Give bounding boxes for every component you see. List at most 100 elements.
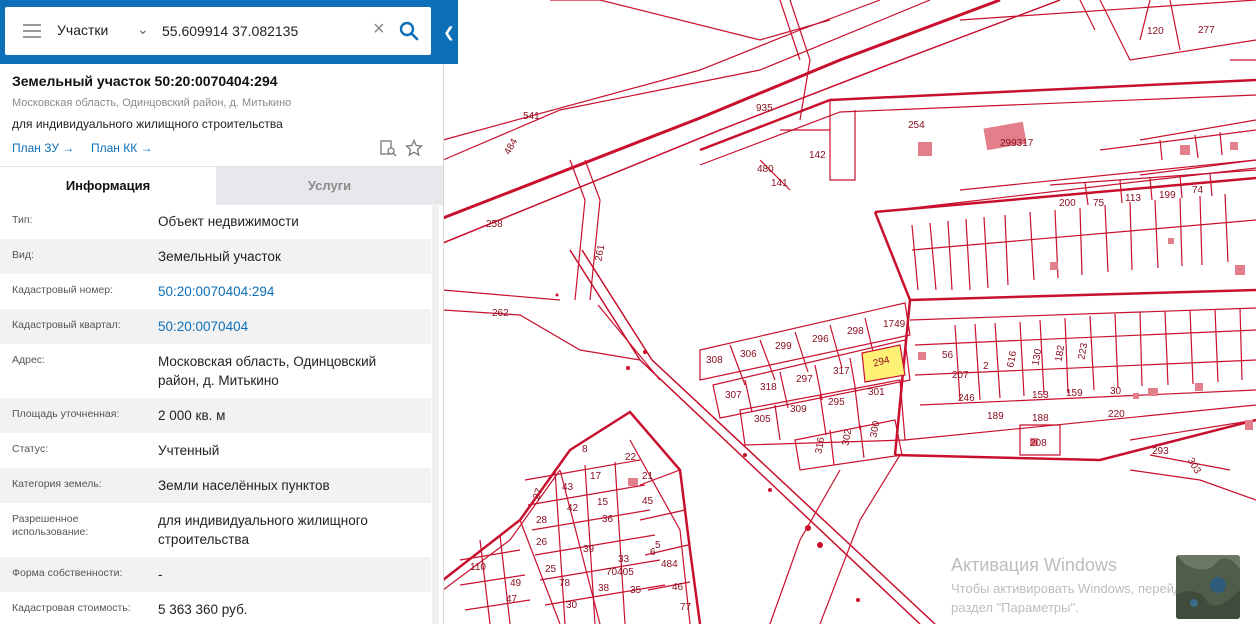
menu-icon[interactable] — [23, 24, 41, 38]
info-row-cadastral-quarter: Кадастровый квартал: 50:20:0070404 — [0, 309, 431, 344]
map-label: 75 — [1093, 198, 1105, 209]
map-label: 484 — [661, 559, 678, 570]
map-label: 30 — [1110, 386, 1122, 397]
info-row-status: Статус: Учтенный — [0, 433, 431, 468]
map-label: 188 — [1032, 413, 1049, 424]
map-label: 120 — [1147, 26, 1164, 37]
map-label: 262 — [492, 308, 509, 319]
row-value: для индивидуального жилищного строительс… — [158, 513, 368, 547]
document-search-icon[interactable] — [379, 139, 397, 157]
map-label: 246 — [958, 393, 975, 404]
cadastral-number-link[interactable]: 50:20:0070404:294 — [158, 282, 418, 301]
map-label: 110 — [470, 562, 486, 573]
map-label: 142 — [809, 150, 826, 161]
chevron-down-icon[interactable]: ⌄ — [137, 21, 149, 38]
info-panel: Земельный участок 50:20:0070404:294 Моск… — [0, 0, 444, 624]
parcel-title: Земельный участок 50:20:0070404:294 — [12, 73, 278, 89]
row-key: Тип: — [12, 214, 33, 226]
info-row-cadastral-number: Кадастровый номер: 50:20:0070404:294 — [0, 274, 431, 309]
map-label: 308 — [706, 355, 723, 366]
map-label: 200 — [1059, 198, 1076, 209]
row-key: Кадастровая стоимость: — [12, 602, 131, 614]
info-row-address: Адрес: Московская область, Одинцовский р… — [0, 344, 431, 398]
info-row-kind: Вид: Земельный участок — [0, 239, 431, 274]
search-icon[interactable] — [397, 19, 421, 43]
map-label: 220 — [1108, 409, 1125, 420]
map-label: 305 — [754, 414, 771, 425]
map-label: 299 — [775, 341, 792, 352]
map-label: 258 — [486, 219, 503, 230]
map-label: 141 — [771, 178, 788, 189]
search-input[interactable] — [162, 19, 367, 43]
windows-activation-title: Активация Windows — [951, 555, 1117, 575]
row-value: Московская область, Одинцовский район, д… — [158, 354, 377, 388]
map-label: 21 — [642, 471, 654, 482]
map-label: 189 — [987, 411, 1004, 422]
row-key: Категория земель: — [12, 478, 102, 490]
map-label: 30 — [566, 600, 578, 611]
map-label: 33 — [618, 554, 630, 565]
windows-activation-text: Чтобы активировать Windows, перейдите в … — [951, 579, 1212, 617]
map-label: 317 — [833, 366, 850, 377]
map-label: 43 — [562, 482, 574, 493]
map-label: 318 — [760, 382, 777, 393]
map-label: 153 — [1032, 390, 1049, 401]
map-label: 8 — [582, 444, 588, 455]
map-label: 39 — [583, 544, 595, 555]
map-label: 295 — [828, 397, 845, 408]
plan-zu-link[interactable]: План ЗУ → — [12, 141, 74, 155]
map-label: 42 — [567, 503, 579, 514]
map-label: 306 — [740, 349, 757, 360]
map-label: 1749 — [883, 319, 906, 330]
panel-scrollbar[interactable] — [432, 204, 439, 624]
row-key: Кадастровый номер: — [12, 284, 114, 296]
tab-services[interactable]: Услуги — [216, 167, 443, 205]
map-label: 301 — [868, 387, 885, 398]
parcel-address-line: Московская область, Одинцовский район, д… — [12, 97, 292, 109]
tab-info[interactable]: Информация — [0, 167, 216, 205]
info-row-type: Тип: Объект недвижимости — [0, 204, 431, 239]
map-label: 70405 — [606, 567, 634, 578]
row-value: Учтенный — [158, 443, 220, 458]
clear-icon[interactable]: × — [373, 19, 385, 39]
map-label: 56 — [942, 350, 954, 361]
parcel-usage: для индивидуального жилищного строительс… — [12, 117, 283, 131]
info-row-cadastral-value: Кадастровая стоимость: 5 363 360 руб. — [0, 592, 431, 624]
row-value: - — [158, 567, 163, 582]
map-label: 277 — [1198, 25, 1215, 36]
map-label: 15 — [597, 497, 609, 508]
map-label: 46 — [672, 582, 684, 593]
windows-activation-line2: раздел "Параметры". — [951, 600, 1079, 615]
map-label: 299317 — [1000, 138, 1034, 149]
row-key: Вид: — [12, 249, 34, 261]
collapse-panel-icon[interactable]: ❮ — [441, 20, 457, 44]
row-key: Статус: — [12, 443, 49, 455]
map-label: 36 — [602, 514, 614, 525]
info-row-permitted-use: Разрешенное использование: для индивидуа… — [0, 503, 431, 557]
row-value: Объект недвижимости — [158, 214, 299, 229]
windows-activation-line1: Чтобы активировать Windows, перейдите в — [951, 581, 1213, 596]
map-label: 25 — [545, 564, 557, 575]
row-value: Земли населённых пунктов — [158, 478, 330, 493]
row-value: 5 363 360 руб. — [158, 602, 248, 617]
map-label: 26 — [536, 537, 548, 548]
star-icon[interactable] — [405, 139, 423, 157]
map-label: 74 — [1192, 185, 1204, 196]
map-label: 28 — [536, 515, 548, 526]
satellite-layer-thumbnail[interactable] — [1176, 555, 1240, 619]
layer-select[interactable]: Участки — [57, 22, 108, 38]
map-label: 2 — [983, 361, 989, 372]
row-value: Земельный участок — [158, 249, 281, 264]
map-label: 307 — [725, 390, 742, 401]
map-label: 935 — [756, 103, 773, 114]
plan-kk-link[interactable]: План КК → — [91, 141, 153, 155]
map-label: 47 — [506, 594, 518, 605]
map-label: 113 — [1125, 193, 1141, 204]
cadastral-quarter-link[interactable]: 50:20:0070404 — [158, 317, 418, 336]
info-row-ownership: Форма собственности: - — [0, 557, 431, 592]
map-label: 254 — [908, 120, 925, 131]
map-label: 297 — [796, 374, 813, 385]
row-key: Кадастровый квартал: — [12, 319, 121, 331]
row-key: Адрес: — [12, 354, 45, 366]
info-row-land-category: Категория земель: Земли населённых пункт… — [0, 468, 431, 503]
